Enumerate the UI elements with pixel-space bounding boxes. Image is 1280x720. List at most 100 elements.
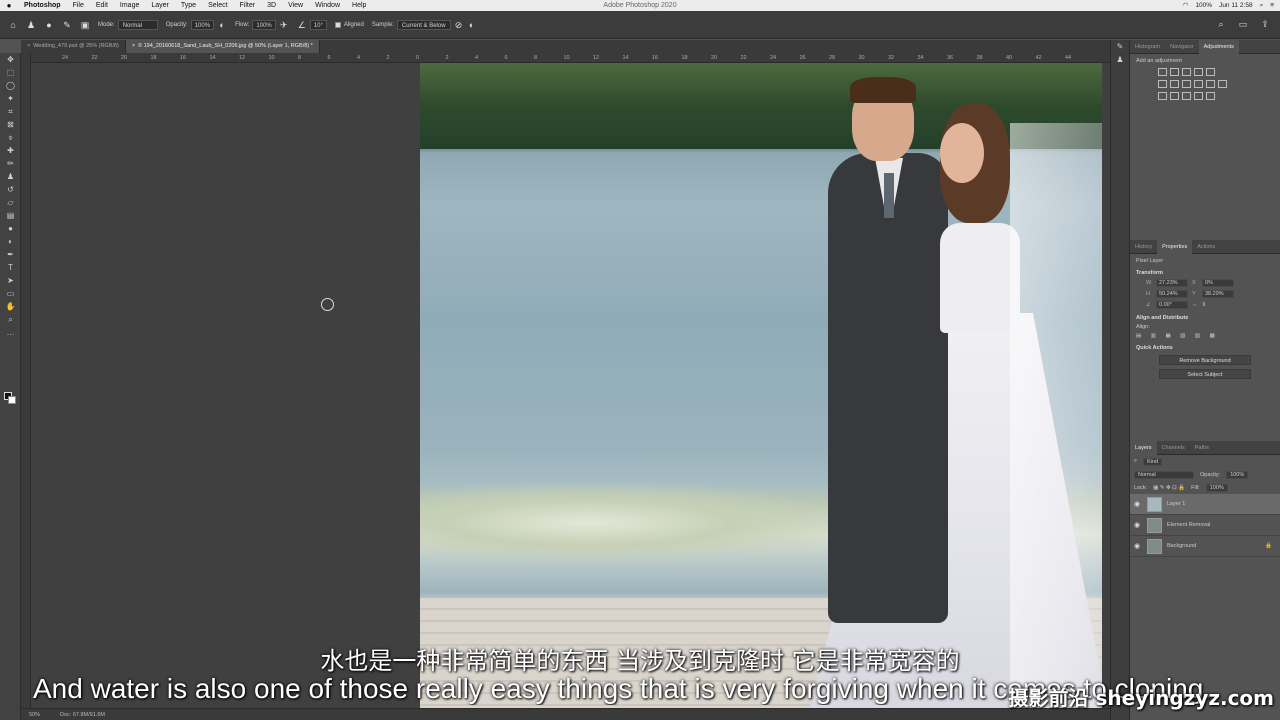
gradient-map-icon[interactable] [1194, 92, 1203, 100]
brush-preset-icon[interactable]: ● [44, 20, 54, 30]
home-icon[interactable]: ⌂ [8, 20, 18, 30]
close-icon[interactable]: × [132, 43, 135, 49]
menu-3d[interactable]: 3D [261, 0, 282, 11]
quick-actions-title[interactable]: Quick Actions [1136, 345, 1274, 351]
tab-adjustments[interactable]: Adjustments [1198, 39, 1239, 54]
move-tool-icon[interactable]: ✥ [0, 53, 21, 66]
layer-row[interactable]: ◉ Background 🔒 [1130, 536, 1280, 557]
path-select-tool-icon[interactable]: ➤ [0, 274, 21, 287]
brightness-contrast-icon[interactable] [1158, 68, 1167, 76]
aligned-checkbox[interactable] [334, 21, 341, 28]
dodge-tool-icon[interactable]: ◐ [0, 235, 21, 248]
h-field[interactable]: 50.24% [1156, 290, 1188, 298]
tab-histogram[interactable]: Histogram [1130, 40, 1165, 54]
history-brush-tool-icon[interactable]: ↺ [0, 183, 21, 196]
lock-icons[interactable]: ▦ ✎ ✥ ⊡ 🔒 [1153, 485, 1185, 491]
eraser-tool-icon[interactable]: ▱ [0, 196, 21, 209]
menu-view[interactable]: View [282, 0, 309, 11]
battery-level[interactable]: 100% [1195, 0, 1212, 11]
clone-source-icon[interactable]: ▣ [80, 20, 90, 30]
gradient-tool-icon[interactable]: ▤ [0, 209, 21, 222]
threshold-icon[interactable] [1182, 92, 1191, 100]
angle-field[interactable]: 0.00° [1156, 301, 1188, 309]
eye-icon[interactable]: ◉ [1134, 521, 1142, 529]
search-icon[interactable]: ⌕ [1260, 0, 1264, 11]
photo-filter-icon[interactable] [1194, 80, 1203, 88]
tab-paths[interactable]: Paths [1190, 441, 1214, 455]
frame-tool-icon[interactable]: ⊠ [0, 118, 21, 131]
layer-name[interactable]: Layer 1 [1167, 501, 1185, 507]
angle-field[interactable]: 10° [309, 19, 327, 30]
y-field[interactable]: 38.29% [1202, 290, 1234, 298]
tab-active-document[interactable]: × © 194_20160618_Sand_Laub_SH_0206.jpg @ … [125, 40, 320, 53]
tab-layers[interactable]: Layers [1130, 440, 1157, 455]
type-tool-icon[interactable]: T [0, 261, 21, 274]
workspace-icon[interactable]: ▭ [1238, 19, 1248, 29]
menu-layer[interactable]: Layer [145, 0, 175, 11]
menu-type[interactable]: Type [175, 0, 202, 11]
layer-row[interactable]: ◉ Layer 1 [1130, 494, 1280, 515]
ignore-adjustment-icon[interactable]: ⊘ [454, 20, 464, 30]
invert-icon[interactable] [1158, 92, 1167, 100]
pen-tool-icon[interactable]: ✒ [0, 248, 21, 261]
tab-properties[interactable]: Properties [1157, 239, 1193, 254]
menu-help[interactable]: Help [346, 0, 372, 11]
quick-select-tool-icon[interactable]: ✦ [0, 92, 21, 105]
hand-tool-icon[interactable]: ✋ [0, 300, 21, 313]
menu-list-icon[interactable]: ≡ [1270, 0, 1274, 11]
black-white-icon[interactable] [1182, 80, 1191, 88]
zoom-level[interactable]: 50% [29, 712, 40, 718]
color-lookup-icon[interactable] [1218, 80, 1227, 88]
healing-tool-icon[interactable]: ✚ [0, 144, 21, 157]
flip-horizontal-icon[interactable]: ⇔ [1192, 302, 1198, 308]
flow-field[interactable]: 100% [252, 19, 276, 30]
align-buttons[interactable]: ▤ ▥ ▦ ▧ ▨ ▩ [1136, 333, 1274, 339]
tab-history[interactable]: History [1130, 240, 1157, 254]
mode-select[interactable]: Normal [117, 19, 158, 30]
clone-stamp-tool-icon[interactable]: ♟ [0, 170, 21, 183]
align-title[interactable]: Align and Distribute [1136, 315, 1274, 321]
more-tools-icon[interactable]: … [0, 326, 21, 339]
crop-tool-icon[interactable]: ⌗ [0, 105, 21, 118]
tab-actions[interactable]: Actions [1192, 240, 1220, 254]
menu-filter[interactable]: Filter [234, 0, 262, 11]
eye-icon[interactable]: ◉ [1134, 542, 1142, 550]
clock[interactable]: Jun 11 2:58 [1219, 0, 1253, 11]
layer-row[interactable]: ◉ Element Removal [1130, 515, 1280, 536]
menu-edit[interactable]: Edit [90, 0, 114, 11]
vibrance-icon[interactable] [1206, 68, 1215, 76]
close-icon[interactable]: × [27, 43, 30, 49]
x-field[interactable]: 0% [1202, 279, 1234, 287]
wedding-photo[interactable] [420, 63, 1102, 708]
fill-field[interactable]: 100% [1205, 483, 1228, 492]
pressure-opacity-icon[interactable]: ◐ [217, 20, 227, 30]
selective-color-icon[interactable] [1206, 92, 1215, 100]
lasso-tool-icon[interactable]: ◯ [0, 79, 21, 92]
clone-stamp-icon[interactable]: ♟ [26, 20, 36, 30]
tab-channels[interactable]: Channels [1157, 441, 1190, 455]
color-balance-icon[interactable] [1170, 80, 1179, 88]
zoom-tool-icon[interactable]: ⌕ [0, 313, 21, 326]
wifi-icon[interactable]: ◠ [1183, 0, 1189, 11]
brush-settings-icon[interactable]: ✎ [62, 20, 72, 30]
menu-file[interactable]: File [67, 0, 90, 11]
hue-saturation-icon[interactable] [1158, 80, 1167, 88]
select-subject-button[interactable]: Select Subject [1159, 369, 1251, 379]
menu-photoshop[interactable]: Photoshop [18, 0, 67, 11]
curves-icon[interactable] [1182, 68, 1191, 76]
tab-wedding-psd[interactable]: × Wedding_479.psd @ 25% (RGB/8) [21, 40, 126, 53]
airbrush-icon[interactable]: ✈ [279, 20, 289, 30]
remove-background-button[interactable]: Remove Background [1159, 355, 1251, 365]
channel-mixer-icon[interactable] [1206, 80, 1215, 88]
blend-mode-select[interactable]: Normal [1134, 470, 1194, 479]
menu-window[interactable]: Window [309, 0, 346, 11]
background-color-swatch[interactable] [8, 396, 16, 404]
doc-size[interactable]: Doc: 67.8M/91.6M [60, 712, 105, 718]
exposure-icon[interactable] [1194, 68, 1203, 76]
layer-opacity-field[interactable]: 100% [1226, 470, 1249, 479]
blur-tool-icon[interactable]: ● [0, 222, 21, 235]
apple-menu-icon[interactable]: ● [0, 1, 18, 10]
brush-panel-icon[interactable]: ✎ [1111, 40, 1129, 53]
canvas-area[interactable] [31, 63, 1110, 708]
tab-navigator[interactable]: Navigator [1165, 40, 1199, 54]
